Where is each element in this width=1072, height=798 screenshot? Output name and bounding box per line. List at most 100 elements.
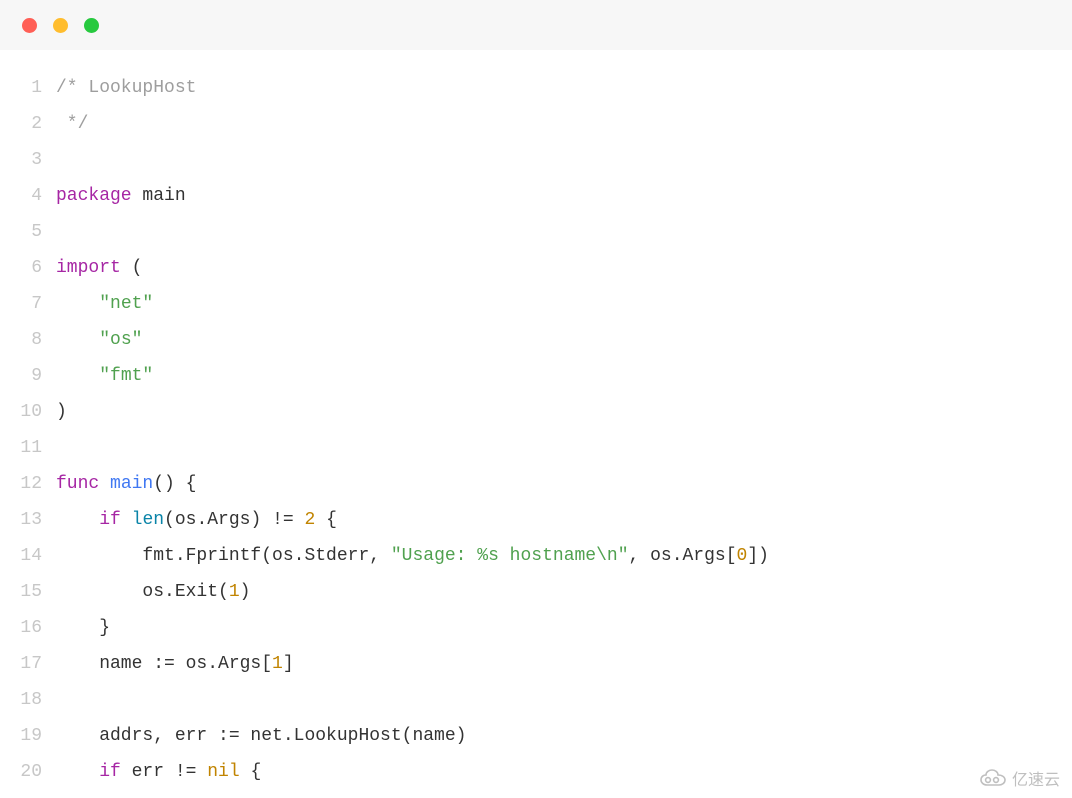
code-line: 18 xyxy=(0,682,1072,718)
line-content: "os" xyxy=(56,322,142,358)
code-line: 12func main() { xyxy=(0,466,1072,502)
token-pn: (os.Args) != xyxy=(164,510,304,530)
line-number: 12 xyxy=(0,466,56,502)
token-pn xyxy=(56,330,99,350)
code-line: 13 if len(os.Args) != 2 { xyxy=(0,502,1072,538)
line-number: 1 xyxy=(0,70,56,106)
line-number: 4 xyxy=(0,178,56,214)
token-pn: main xyxy=(132,186,186,206)
line-content: package main xyxy=(56,178,186,214)
token-pn: fmt.Fprintf(os.Stderr, xyxy=(56,546,391,566)
code-line: 20 if err != nil { xyxy=(0,754,1072,790)
code-line: 9 "fmt" xyxy=(0,358,1072,394)
line-number: 20 xyxy=(0,754,56,790)
minimize-icon[interactable] xyxy=(53,18,68,33)
line-number: 10 xyxy=(0,394,56,430)
code-line: 10) xyxy=(0,394,1072,430)
zoom-icon[interactable] xyxy=(84,18,99,33)
code-line: 15 os.Exit(1) xyxy=(0,574,1072,610)
code-line: 4package main xyxy=(0,178,1072,214)
token-pn xyxy=(56,762,99,782)
line-number: 5 xyxy=(0,214,56,250)
token-pn: ) xyxy=(56,402,67,422)
watermark-text: 亿速云 xyxy=(1012,766,1060,790)
line-number: 18 xyxy=(0,682,56,718)
line-content: if len(os.Args) != 2 { xyxy=(56,502,337,538)
line-content: addrs, err := net.LookupHost(name) xyxy=(56,718,466,754)
token-pn: } xyxy=(56,618,110,638)
line-number: 19 xyxy=(0,718,56,754)
token-pn xyxy=(56,366,99,386)
line-number: 8 xyxy=(0,322,56,358)
token-pn: err != xyxy=(121,762,207,782)
line-content: /* LookupHost xyxy=(56,70,196,106)
token-cm: */ xyxy=(56,114,88,134)
token-kw: package xyxy=(56,186,132,206)
code-line: 1/* LookupHost xyxy=(0,70,1072,106)
token-nm: 1 xyxy=(272,654,283,674)
token-kw: func xyxy=(56,474,99,494)
line-number: 13 xyxy=(0,502,56,538)
token-pn xyxy=(56,510,99,530)
token-st: "fmt" xyxy=(99,366,153,386)
token-pn: , os.Args[ xyxy=(629,546,737,566)
watermark: 亿速云 xyxy=(976,764,1064,792)
traffic-lights xyxy=(22,18,99,33)
token-nm: 2 xyxy=(304,510,315,530)
close-icon[interactable] xyxy=(22,18,37,33)
line-content: func main() { xyxy=(56,466,196,502)
code-line: 8 "os" xyxy=(0,322,1072,358)
code-line: 3 xyxy=(0,142,1072,178)
code-line: 7 "net" xyxy=(0,286,1072,322)
token-pn: ]) xyxy=(747,546,769,566)
token-pn: { xyxy=(240,762,262,782)
line-number: 15 xyxy=(0,574,56,610)
line-number: 16 xyxy=(0,610,56,646)
token-pn: () xyxy=(153,474,175,494)
code-line: 11 xyxy=(0,430,1072,466)
code-line: 16 } xyxy=(0,610,1072,646)
token-pn: name := os.Args[ xyxy=(56,654,272,674)
token-cm: /* LookupHost xyxy=(56,78,196,98)
token-st: "net" xyxy=(99,294,153,314)
line-content: ) xyxy=(56,394,67,430)
token-pn xyxy=(56,294,99,314)
line-content: */ xyxy=(56,106,88,142)
token-pn xyxy=(121,510,132,530)
line-number: 14 xyxy=(0,538,56,574)
line-number: 17 xyxy=(0,646,56,682)
cloud-icon xyxy=(980,769,1006,787)
line-content: } xyxy=(56,610,110,646)
line-content: "net" xyxy=(56,286,153,322)
token-pn xyxy=(99,474,110,494)
line-number: 2 xyxy=(0,106,56,142)
code-area: 1/* LookupHost2 */34package main56import… xyxy=(0,50,1072,790)
token-pn: addrs, err := net.LookupHost(name) xyxy=(56,726,466,746)
code-line: 14 fmt.Fprintf(os.Stderr, "Usage: %s hos… xyxy=(0,538,1072,574)
token-pn: { xyxy=(315,510,337,530)
line-content: os.Exit(1) xyxy=(56,574,250,610)
token-pn: ) xyxy=(240,582,251,602)
line-number: 9 xyxy=(0,358,56,394)
token-st: "Usage: %s hostname\n" xyxy=(391,546,629,566)
token-kw: if xyxy=(99,762,121,782)
line-content: name := os.Args[1] xyxy=(56,646,294,682)
line-number: 6 xyxy=(0,250,56,286)
code-line: 17 name := os.Args[1] xyxy=(0,646,1072,682)
code-line: 19 addrs, err := net.LookupHost(name) xyxy=(0,718,1072,754)
token-nm: 1 xyxy=(229,582,240,602)
line-content: if err != nil { xyxy=(56,754,261,790)
token-nm: 0 xyxy=(737,546,748,566)
line-number: 11 xyxy=(0,430,56,466)
titlebar xyxy=(0,0,1072,50)
line-number: 7 xyxy=(0,286,56,322)
code-line: 2 */ xyxy=(0,106,1072,142)
token-bi: len xyxy=(132,510,164,530)
token-nl: nil xyxy=(207,762,239,782)
token-pn: ( xyxy=(121,258,143,278)
code-line: 5 xyxy=(0,214,1072,250)
token-kw: import xyxy=(56,258,121,278)
token-pn: ] xyxy=(283,654,294,674)
line-content: import ( xyxy=(56,250,142,286)
token-kw: if xyxy=(99,510,121,530)
